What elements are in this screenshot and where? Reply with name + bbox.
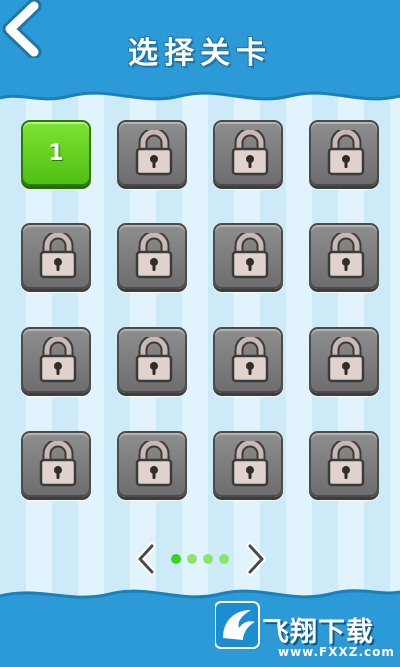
page-dot[interactable]: [187, 554, 197, 564]
padlock-icon: [231, 127, 269, 180]
padlock-icon: [135, 438, 173, 491]
locked-level-button[interactable]: [117, 120, 187, 186]
padlock-icon: [39, 438, 77, 491]
page-dot[interactable]: [171, 554, 181, 564]
padlock-icon: [231, 230, 269, 283]
padlock-icon: [231, 334, 269, 387]
locked-level-button[interactable]: [117, 223, 187, 289]
padlock-icon: [135, 230, 173, 283]
page-dot[interactable]: [203, 554, 213, 564]
locked-level-button[interactable]: [309, 327, 379, 393]
padlock-icon: [135, 334, 173, 387]
locked-level-button[interactable]: [213, 327, 283, 393]
locked-level-button[interactable]: [309, 120, 379, 186]
padlock-icon: [39, 334, 77, 387]
padlock-icon: [135, 127, 173, 180]
watermark-url: www.FXXZ.com: [278, 645, 395, 659]
locked-level-button[interactable]: [213, 120, 283, 186]
locked-level-button[interactable]: [117, 327, 187, 393]
padlock-icon: [327, 438, 365, 491]
level-grid: 1: [0, 0, 400, 667]
padlock-icon: [327, 334, 365, 387]
level-button-1[interactable]: 1: [21, 120, 91, 186]
locked-level-button[interactable]: [309, 223, 379, 289]
watermark-brand: 飞翔下载: [262, 617, 374, 648]
padlock-icon: [327, 230, 365, 283]
locked-level-button[interactable]: [21, 223, 91, 289]
prev-page-arrow-icon[interactable]: [134, 542, 158, 576]
locked-level-button[interactable]: [309, 431, 379, 497]
level-number: 1: [48, 140, 64, 166]
next-page-arrow-icon[interactable]: [244, 542, 268, 576]
locked-level-button[interactable]: [213, 431, 283, 497]
locked-level-button[interactable]: [21, 431, 91, 497]
padlock-icon: [231, 438, 269, 491]
page-dot[interactable]: [219, 554, 229, 564]
locked-level-button[interactable]: [117, 431, 187, 497]
locked-level-button[interactable]: [21, 327, 91, 393]
locked-level-button[interactable]: [213, 223, 283, 289]
padlock-icon: [39, 230, 77, 283]
padlock-icon: [327, 127, 365, 180]
